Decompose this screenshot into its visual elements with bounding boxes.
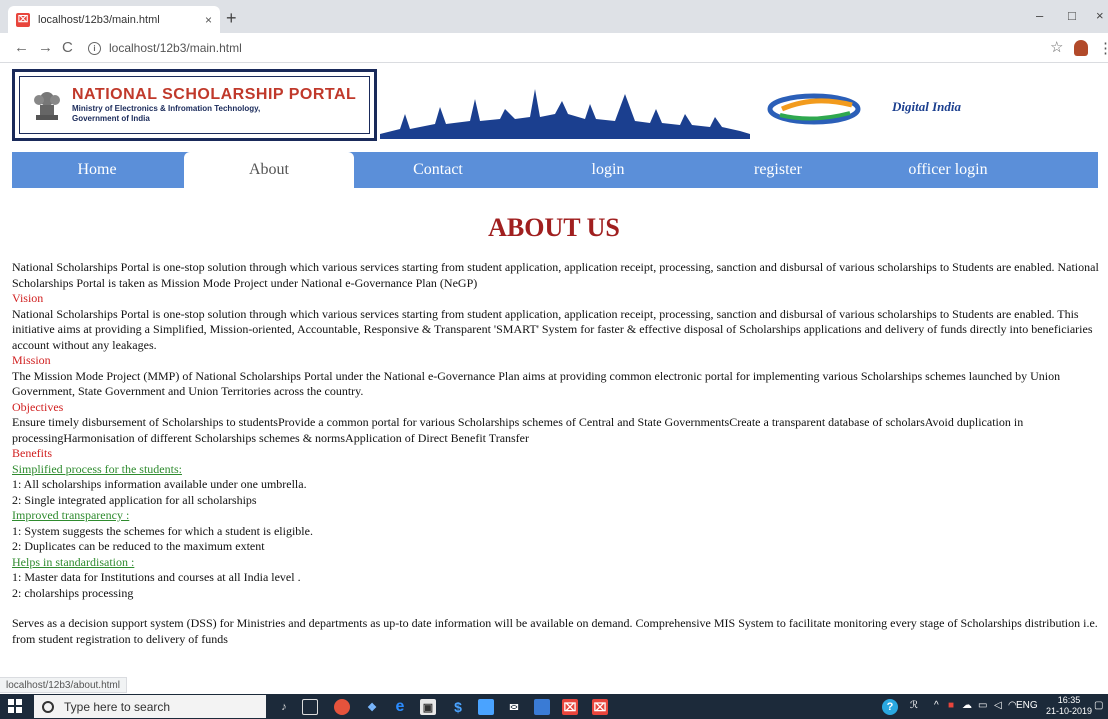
windows-taskbar: Type here to search ♪ ❖ e ▣ $ ✉ ⌧ ⌧ ? ℛ … (0, 694, 1108, 719)
portal-logo: NATIONAL SCHOLARSHIP PORTAL Ministry of … (12, 69, 377, 141)
web-page: NATIONAL SCHOLARSHIP PORTAL Ministry of … (0, 63, 1108, 677)
nav-home[interactable]: Home (12, 152, 182, 188)
onedrive-icon[interactable]: ☁ (962, 700, 972, 711)
page-favicon-icon: ⌧ (16, 12, 30, 27)
mission-heading: Mission (12, 353, 51, 367)
language-indicator[interactable]: ENG (1016, 700, 1038, 711)
nav-officer-login[interactable]: officer login (863, 152, 1033, 188)
taskbar-search-placeholder: Type here to search (64, 699, 171, 714)
intro-paragraph: National Scholarships Portal is one-stop… (12, 260, 1099, 290)
site-banner: NATIONAL SCHOLARSHIP PORTAL Ministry of … (12, 69, 1098, 145)
nav-register[interactable]: register (693, 152, 863, 188)
tray-xampp-icon[interactable]: ■ (948, 700, 954, 711)
tab-title: localhost/12b3/main.html (38, 13, 160, 26)
url-field[interactable]: i localhost/12b3/main.html (88, 37, 1048, 59)
maximize-button[interactable]: □ (1068, 8, 1076, 23)
vscode-icon[interactable]: $ (450, 699, 466, 715)
microphone-icon[interactable]: ♪ (276, 699, 292, 715)
dropbox-icon[interactable]: ❖ (364, 699, 380, 715)
forward-button[interactable]: → (38, 39, 53, 56)
profile-avatar-icon[interactable] (1074, 40, 1088, 56)
cortana-icon (42, 700, 54, 713)
notifications-icon[interactable]: ▢ (1094, 700, 1103, 711)
closing-paragraph: Serves as a decision support system (DSS… (12, 616, 1098, 646)
xampp-control-icon[interactable]: ⌧ (592, 699, 608, 715)
taskbar-search-input[interactable]: Type here to search (34, 695, 266, 718)
objectives-paragraph: Ensure timely disbursement of Scholarshi… (12, 415, 1024, 445)
main-navbar: Home About Contact login register office… (12, 152, 1098, 188)
ministry-line-2: Government of India (72, 114, 150, 123)
bookmark-star-icon[interactable]: ☆ (1050, 38, 1063, 56)
benefit-item: 1: All scholarships information availabl… (12, 477, 307, 491)
volume-icon[interactable]: ◁ (994, 700, 1002, 711)
benefit-item: 1: Master data for Institutions and cour… (12, 570, 301, 584)
file-explorer-icon[interactable] (478, 699, 494, 715)
new-tab-button[interactable]: + (226, 8, 237, 29)
mail-icon[interactable]: ✉ (506, 699, 522, 715)
browser-tab[interactable]: ⌧ localhost/12b3/main.html × (8, 6, 220, 33)
edge-icon[interactable]: e (392, 698, 408, 715)
clock-date: 21-10-2019 (1046, 706, 1093, 716)
benefit-item: 1: System suggests the schemes for which… (12, 523, 313, 538)
url-text: localhost/12b3/main.html (109, 41, 242, 55)
address-bar: ← → C i localhost/12b3/main.html ☆ ⋮ (0, 33, 1108, 63)
clock-time: 16:35 (1057, 695, 1081, 705)
page-title: ABOUT US (488, 213, 620, 242)
close-window-button[interactable]: × (1096, 8, 1104, 23)
minimize-button[interactable]: – (1036, 8, 1043, 23)
tab-close-icon[interactable]: × (205, 13, 212, 27)
national-emblem-icon (34, 92, 60, 120)
ministry-line-1: Ministry of Electronics & Infromation Te… (72, 104, 261, 113)
benefit-group-heading: Improved transparency : (12, 508, 130, 522)
battery-icon[interactable]: ▭ (978, 700, 987, 711)
nav-contact[interactable]: Contact (353, 152, 523, 188)
digital-india-text: Digital India (892, 99, 961, 114)
benefit-group-heading: Helps in standardisation : (12, 554, 135, 569)
back-button[interactable]: ← (14, 39, 29, 56)
mission-paragraph: The Mission Mode Project (MMP) of Nation… (12, 368, 1061, 399)
xampp-icon[interactable]: ⌧ (562, 699, 578, 715)
reload-button[interactable]: C (62, 39, 73, 56)
benefit-item: 2: Single integrated application for all… (12, 492, 257, 507)
task-view-icon[interactable] (302, 699, 318, 715)
benefit-item: 2: Duplicates can be reduced to the maxi… (12, 539, 265, 553)
benefit-group-heading: Simplified process for the students: (12, 461, 182, 476)
monuments-skyline-image (380, 89, 750, 139)
taskbar-clock[interactable]: 16:35 21-10-2019 (1046, 695, 1092, 717)
tray-chevron-icon[interactable]: ^ (934, 700, 939, 711)
help-icon[interactable]: ? (882, 699, 898, 715)
chrome-icon[interactable] (334, 699, 350, 715)
site-info-icon[interactable]: i (88, 41, 101, 55)
status-bar-url: localhost/12b3/about.html (0, 677, 127, 693)
benefits-heading: Benefits (12, 446, 52, 460)
portal-title: NATIONAL SCHOLARSHIP PORTAL (72, 86, 357, 103)
nav-about[interactable]: About (184, 152, 354, 188)
nav-login[interactable]: login (523, 152, 693, 188)
vision-paragraph: National Scholarships Portal is one-stop… (12, 306, 1093, 352)
windows-start-icon[interactable] (8, 699, 22, 713)
people-icon[interactable]: ℛ (910, 700, 918, 711)
about-content: National Scholarships Portal is one-stop… (12, 260, 1106, 647)
benefit-item: 2: cholarships processing (12, 585, 134, 600)
browser-menu-icon[interactable]: ⋮ (1098, 39, 1108, 57)
vision-heading: Vision (12, 291, 44, 305)
store-icon[interactable]: ▣ (420, 699, 436, 715)
objectives-heading: Objectives (12, 399, 64, 414)
app-icon[interactable] (534, 699, 550, 715)
browser-tab-strip: ⌧ localhost/12b3/main.html × + – □ × (0, 0, 1108, 33)
